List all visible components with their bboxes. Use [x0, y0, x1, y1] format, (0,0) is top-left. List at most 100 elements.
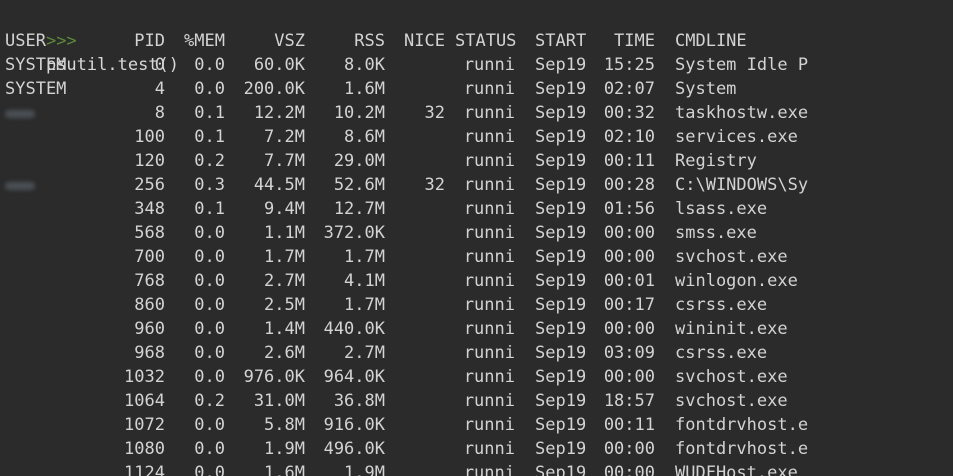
table-row: 568 0.0 1.1M 372.0K runni Sep19 00:00 smss.exe: [0, 221, 953, 245]
process-time: 18:57: [603, 391, 655, 411]
process-status: runni: [463, 391, 515, 411]
table-row: SYSTEM 4 0.0 200.0K 1.6M runni Sep19 02:07 Syste…: [0, 77, 953, 101]
process-user: SYSTEM: [5, 55, 67, 75]
table-row: 700 0.0 1.7M 1.7M runni Sep19 00:00 svchost.exe: [0, 245, 953, 269]
process-rss: 964.0K: [323, 367, 385, 387]
process-pid: 1032: [124, 367, 165, 387]
process-mem: 0.0: [194, 247, 225, 267]
process-vsz: 60.0K: [253, 55, 305, 75]
process-mem: 0.0: [194, 319, 225, 339]
process-pid: 1080: [124, 439, 165, 459]
process-time: 02:10: [603, 127, 655, 147]
table-row: 860 0.0 2.5M 1.7M runni Sep19 00:17 csrss.exe: [0, 293, 953, 317]
process-cmdline: services.exe: [675, 127, 798, 147]
python-console[interactable]: >>> psutil.test() USER PID %MEM VSZ RSS …: [0, 0, 953, 476]
process-mem: 0.0: [194, 415, 225, 435]
process-start: Sep19: [535, 175, 587, 195]
process-rss: 496.0K: [323, 439, 385, 459]
process-cmdline: taskhostw.exe: [675, 103, 809, 123]
process-nice: 32: [424, 175, 445, 195]
process-status: runni: [463, 295, 515, 315]
process-time: 00:00: [603, 223, 655, 243]
process-start: Sep19: [535, 415, 587, 435]
process-rss: 52.6M: [333, 175, 385, 195]
process-vsz: 44.5M: [253, 175, 305, 195]
process-cmdline: svchost.exe: [675, 367, 788, 387]
process-start: Sep19: [535, 295, 587, 315]
process-vsz: 1.4M: [264, 319, 305, 339]
process-time: 02:07: [603, 79, 655, 99]
process-status: runni: [463, 103, 515, 123]
process-cmdline: wininit.exe: [675, 319, 788, 339]
redacted-user: [5, 110, 35, 118]
process-start: Sep19: [535, 391, 587, 411]
process-cmdline: lsass.exe: [675, 199, 768, 219]
header-vsz: VSZ: [274, 31, 305, 51]
process-vsz: 2.5M: [264, 295, 305, 315]
process-pid: 1124: [124, 463, 165, 476]
process-vsz: 2.6M: [264, 343, 305, 363]
process-mem: 0.0: [194, 271, 225, 291]
process-rss: 1.7M: [344, 247, 385, 267]
process-cmdline: C:\WINDOWS\Sy: [675, 175, 809, 195]
process-start: Sep19: [535, 343, 587, 363]
table-row: 1064 0.2 31.0M 36.8M runni Sep19 18:57 svchost.…: [0, 389, 953, 413]
process-user: [5, 173, 115, 197]
process-status: runni: [463, 127, 515, 147]
table-row: 1032 0.0 976.0K 964.0K runni Sep19 00:00 svchos…: [0, 365, 953, 389]
process-cmdline: WUDFHost.exe: [675, 463, 798, 476]
process-status: runni: [463, 55, 515, 75]
process-cmdline: System: [675, 79, 737, 99]
process-mem: 0.0: [194, 463, 225, 476]
process-cmdline: winlogon.exe: [675, 271, 798, 291]
process-rss: 2.7M: [344, 343, 385, 363]
process-mem: 0.0: [194, 295, 225, 315]
process-start: Sep19: [535, 199, 587, 219]
process-time: 00:00: [603, 247, 655, 267]
process-status: runni: [463, 247, 515, 267]
process-vsz: 976.0K: [243, 367, 305, 387]
process-vsz: 31.0M: [253, 391, 305, 411]
process-start: Sep19: [535, 247, 587, 267]
process-cmdline: smss.exe: [675, 223, 757, 243]
process-start: Sep19: [535, 103, 587, 123]
redacted-user: [5, 182, 35, 190]
table-row: 256 0.3 44.5M 52.6M 32 runni Sep19 00:28 C:\WIND…: [0, 173, 953, 197]
process-mem: 0.1: [194, 127, 225, 147]
process-pid: 860: [134, 295, 165, 315]
process-nice: 32: [424, 103, 445, 123]
process-rss: 440.0K: [323, 319, 385, 339]
process-mem: 0.3: [194, 175, 225, 195]
header-cmdline: CMDLINE: [675, 31, 747, 51]
table-row: 100 0.1 7.2M 8.6M runni Sep19 02:10 services.ex…: [0, 125, 953, 149]
process-time: 00:00: [603, 319, 655, 339]
process-status: runni: [463, 439, 515, 459]
process-vsz: 1.1M: [264, 223, 305, 243]
process-time: 00:00: [603, 439, 655, 459]
process-mem: 0.0: [194, 79, 225, 99]
table-row: SYSTEM 0 0.0 60.0K 8.0K runni Sep19 15:25 System…: [0, 53, 953, 77]
table-row: 348 0.1 9.4M 12.7M runni Sep19 01:56 lsass.exe: [0, 197, 953, 221]
process-status: runni: [463, 343, 515, 363]
process-cmdline: csrss.exe: [675, 343, 768, 363]
process-status: runni: [463, 199, 515, 219]
header-mem: %MEM: [184, 31, 225, 51]
process-pid: 348: [134, 199, 165, 219]
header-user: USER: [5, 31, 46, 51]
process-time: 00:00: [603, 367, 655, 387]
process-start: Sep19: [535, 271, 587, 291]
table-row: 1124 0.0 1.6M 1.9M runni Sep19 00:00 WUDFHost.e…: [0, 461, 953, 476]
process-mem: 0.2: [194, 151, 225, 171]
process-time: 00:00: [603, 463, 655, 476]
process-vsz: 1.9M: [264, 439, 305, 459]
process-pid: 256: [134, 175, 165, 195]
process-cmdline: fontdrvhost.e: [675, 439, 809, 459]
process-time: 01:56: [603, 199, 655, 219]
process-rss: 10.2M: [333, 103, 385, 123]
process-cmdline: svchost.exe: [675, 247, 788, 267]
process-mem: 0.0: [194, 55, 225, 75]
process-status: runni: [463, 79, 515, 99]
process-time: 00:17: [603, 295, 655, 315]
process-pid: 8: [154, 103, 165, 123]
table-row: 768 0.0 2.7M 4.1M runni Sep19 00:01 winlogon.ex…: [0, 269, 953, 293]
